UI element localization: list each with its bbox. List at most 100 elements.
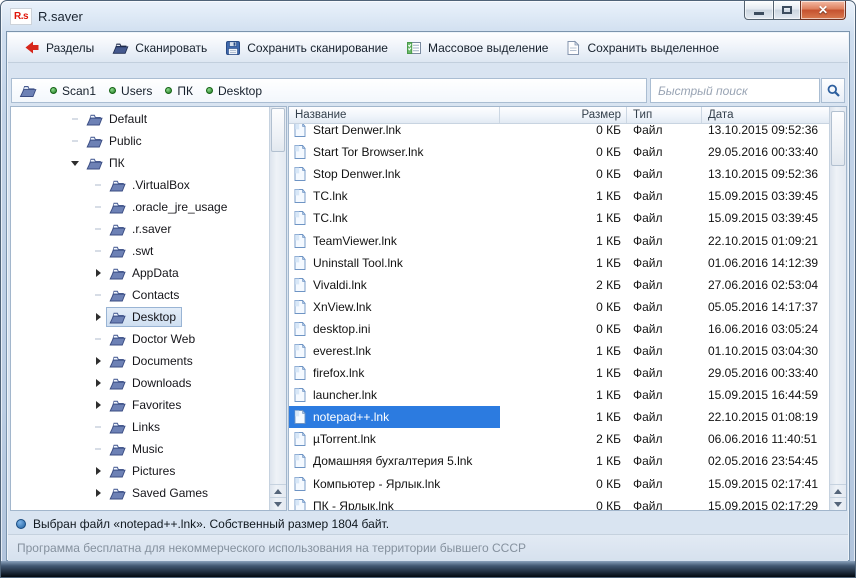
tree-expand-arrow[interactable] xyxy=(90,177,106,193)
tree-item-body[interactable]: Downloads xyxy=(106,373,197,393)
mass-select-button[interactable]: Массовое выделение xyxy=(397,37,558,59)
column-header-size[interactable]: Размер xyxy=(500,107,627,123)
file-row[interactable]: ? Компьютер - Ярлык.lnk 0 КБ Файл 15.09.… xyxy=(289,473,829,495)
tree-expand-arrow[interactable] xyxy=(90,441,106,457)
tree-item-body[interactable]: Music xyxy=(106,439,169,459)
scroll-up-button[interactable] xyxy=(270,484,286,497)
tree-item[interactable]: Saved Games xyxy=(11,482,269,504)
tree-item-body[interactable]: Documents xyxy=(106,351,199,371)
tree-item[interactable]: Searches xyxy=(11,504,269,510)
tree-scrollbar[interactable] xyxy=(269,107,286,510)
file-row[interactable]: ? Start Tor Browser.lnk 0 КБ Файл 29.05.… xyxy=(289,141,829,163)
file-row[interactable]: ? Vivaldi.lnk 2 КБ Файл 27.06.2016 02:53… xyxy=(289,274,829,296)
file-name-cell[interactable]: ? Компьютер - Ярлык.lnk xyxy=(289,473,500,495)
file-row[interactable]: ? TeamViewer.lnk 1 КБ Файл 22.10.2015 01… xyxy=(289,229,829,251)
tree-expand-arrow[interactable] xyxy=(90,199,106,215)
tree-item-body[interactable]: Pictures xyxy=(106,461,181,481)
file-row[interactable]: ? firefox.lnk 1 КБ Файл 29.05.2016 00:33… xyxy=(289,362,829,384)
tree-item[interactable]: Default xyxy=(11,108,269,130)
tree-item[interactable]: Music xyxy=(11,438,269,460)
file-row[interactable]: ? Домашняя бухгалтерия 5.lnk 1 КБ Файл 0… xyxy=(289,450,829,472)
file-row[interactable]: ? TC.lnk 1 КБ Файл 15.09.2015 03:39:45 xyxy=(289,207,829,229)
scroll-down-button[interactable] xyxy=(270,497,286,510)
file-row[interactable]: ? ПК - Ярлык.lnk 0 КБ Файл 15.09.2015 02… xyxy=(289,495,829,510)
tree-expand-arrow[interactable] xyxy=(90,221,106,237)
tree-item-body[interactable]: .swt xyxy=(106,241,159,261)
maximize-button[interactable] xyxy=(773,1,801,20)
tree-expand-arrow[interactable] xyxy=(90,507,106,510)
tree-item-body[interactable]: Desktop xyxy=(106,307,182,327)
scan-button[interactable]: Сканировать xyxy=(103,37,216,58)
file-name-cell[interactable]: ? TC.lnk xyxy=(289,207,500,229)
tree-item[interactable]: Favorites xyxy=(11,394,269,416)
file-row[interactable]: ? XnView.lnk 0 КБ Файл 05.05.2016 14:17:… xyxy=(289,296,829,318)
tree-expand-arrow[interactable] xyxy=(90,463,106,479)
tree-expand-arrow[interactable] xyxy=(90,353,106,369)
tree-item[interactable]: Desktop xyxy=(11,306,269,328)
tree-expand-arrow[interactable] xyxy=(90,331,106,347)
tree-item[interactable]: Doctor Web xyxy=(11,328,269,350)
tree-expand-arrow[interactable] xyxy=(90,243,106,259)
tree-item-body[interactable]: Default xyxy=(83,109,153,129)
tree-expand-arrow[interactable] xyxy=(90,265,106,281)
tree-item-body[interactable]: Links xyxy=(106,417,166,437)
file-name-cell[interactable]: ? Домашняя бухгалтерия 5.lnk xyxy=(289,450,500,472)
tree-item-body[interactable]: Public xyxy=(83,131,148,151)
titlebar[interactable]: R.s R.saver ✕ xyxy=(1,1,855,31)
tree-item[interactable]: Contacts xyxy=(11,284,269,306)
file-name-cell[interactable]: ? Start Denwer.lnk xyxy=(289,124,500,141)
tree-scrollbar-thumb[interactable] xyxy=(271,108,285,152)
tree-expand-arrow[interactable] xyxy=(90,397,106,413)
tree-item-body[interactable]: .oracle_jre_usage xyxy=(106,197,233,217)
tree-item[interactable]: .oracle_jre_usage xyxy=(11,196,269,218)
column-header-date[interactable]: Дата xyxy=(702,107,829,123)
save-scan-button[interactable]: Сохранить сканирование xyxy=(216,37,397,59)
breadcrumb-item[interactable]: Desktop xyxy=(206,84,262,98)
tree-item[interactable]: Public xyxy=(11,130,269,152)
file-row[interactable]: ? desktop.ini 0 КБ Файл 16.06.2016 03:05… xyxy=(289,318,829,340)
tree-expand-arrow[interactable] xyxy=(67,111,83,127)
file-name-cell[interactable]: ? firefox.lnk xyxy=(289,362,500,384)
scroll-down-button[interactable] xyxy=(830,497,846,510)
file-name-cell[interactable]: ? Start Tor Browser.lnk xyxy=(289,141,500,163)
tree-item-body[interactable]: .VirtualBox xyxy=(106,175,196,195)
tree-expand-arrow[interactable] xyxy=(90,309,106,325)
tree-expand-arrow[interactable] xyxy=(90,287,106,303)
file-row[interactable]: ? Start Denwer.lnk 0 КБ Файл 13.10.2015 … xyxy=(289,124,829,141)
file-row[interactable]: ? Uninstall Tool.lnk 1 КБ Файл 01.06.201… xyxy=(289,252,829,274)
tree-item-body[interactable]: .r.saver xyxy=(106,219,177,239)
scroll-up-button[interactable] xyxy=(830,484,846,497)
tree-item[interactable]: Downloads xyxy=(11,372,269,394)
breadcrumb-item[interactable]: Users xyxy=(109,84,152,98)
file-name-cell[interactable]: ? TC.lnk xyxy=(289,185,500,207)
tree-item-body[interactable]: ПК xyxy=(83,153,131,173)
file-row[interactable]: ? µTorrent.lnk 2 КБ Файл 06.06.2016 11:4… xyxy=(289,428,829,450)
tree-item-body[interactable]: Searches xyxy=(106,505,189,510)
tree-expand-arrow[interactable] xyxy=(90,485,106,501)
search-input[interactable] xyxy=(651,84,819,98)
file-name-cell[interactable]: ? launcher.lnk xyxy=(289,384,500,406)
tree-item-body[interactable]: Saved Games xyxy=(106,483,214,503)
tree-item[interactable]: Documents xyxy=(11,350,269,372)
file-name-cell[interactable]: ? everest.lnk xyxy=(289,340,500,362)
file-name-cell[interactable]: ? ПК - Ярлык.lnk xyxy=(289,495,500,510)
breadcrumb-item[interactable]: ПК xyxy=(165,84,193,98)
file-row[interactable]: ? TC.lnk 1 КБ Файл 15.09.2015 03:39:45 xyxy=(289,185,829,207)
breadcrumb-item[interactable]: Scan1 xyxy=(50,84,96,98)
list-scrollbar[interactable] xyxy=(829,107,846,510)
list-scrollbar-thumb[interactable] xyxy=(831,111,845,166)
tree-expand-arrow[interactable] xyxy=(67,133,83,149)
column-header-name[interactable]: Название xyxy=(289,107,500,123)
file-row[interactable]: ? launcher.lnk 1 КБ Файл 15.09.2015 16:4… xyxy=(289,384,829,406)
tree-item[interactable]: Pictures xyxy=(11,460,269,482)
file-name-cell[interactable]: ? XnView.lnk xyxy=(289,296,500,318)
save-selected-button[interactable]: Сохранить выделенное xyxy=(557,37,728,59)
file-row[interactable]: ? Stop Denwer.lnk 0 КБ Файл 13.10.2015 0… xyxy=(289,163,829,185)
search-button[interactable] xyxy=(821,78,845,103)
file-name-cell[interactable]: ? desktop.ini xyxy=(289,318,500,340)
column-header-type[interactable]: Тип xyxy=(627,107,702,123)
tree-item[interactable]: .r.saver xyxy=(11,218,269,240)
tree-item-body[interactable]: Contacts xyxy=(106,285,185,305)
file-name-cell[interactable]: ? Uninstall Tool.lnk xyxy=(289,252,500,274)
minimize-button[interactable] xyxy=(744,1,774,20)
